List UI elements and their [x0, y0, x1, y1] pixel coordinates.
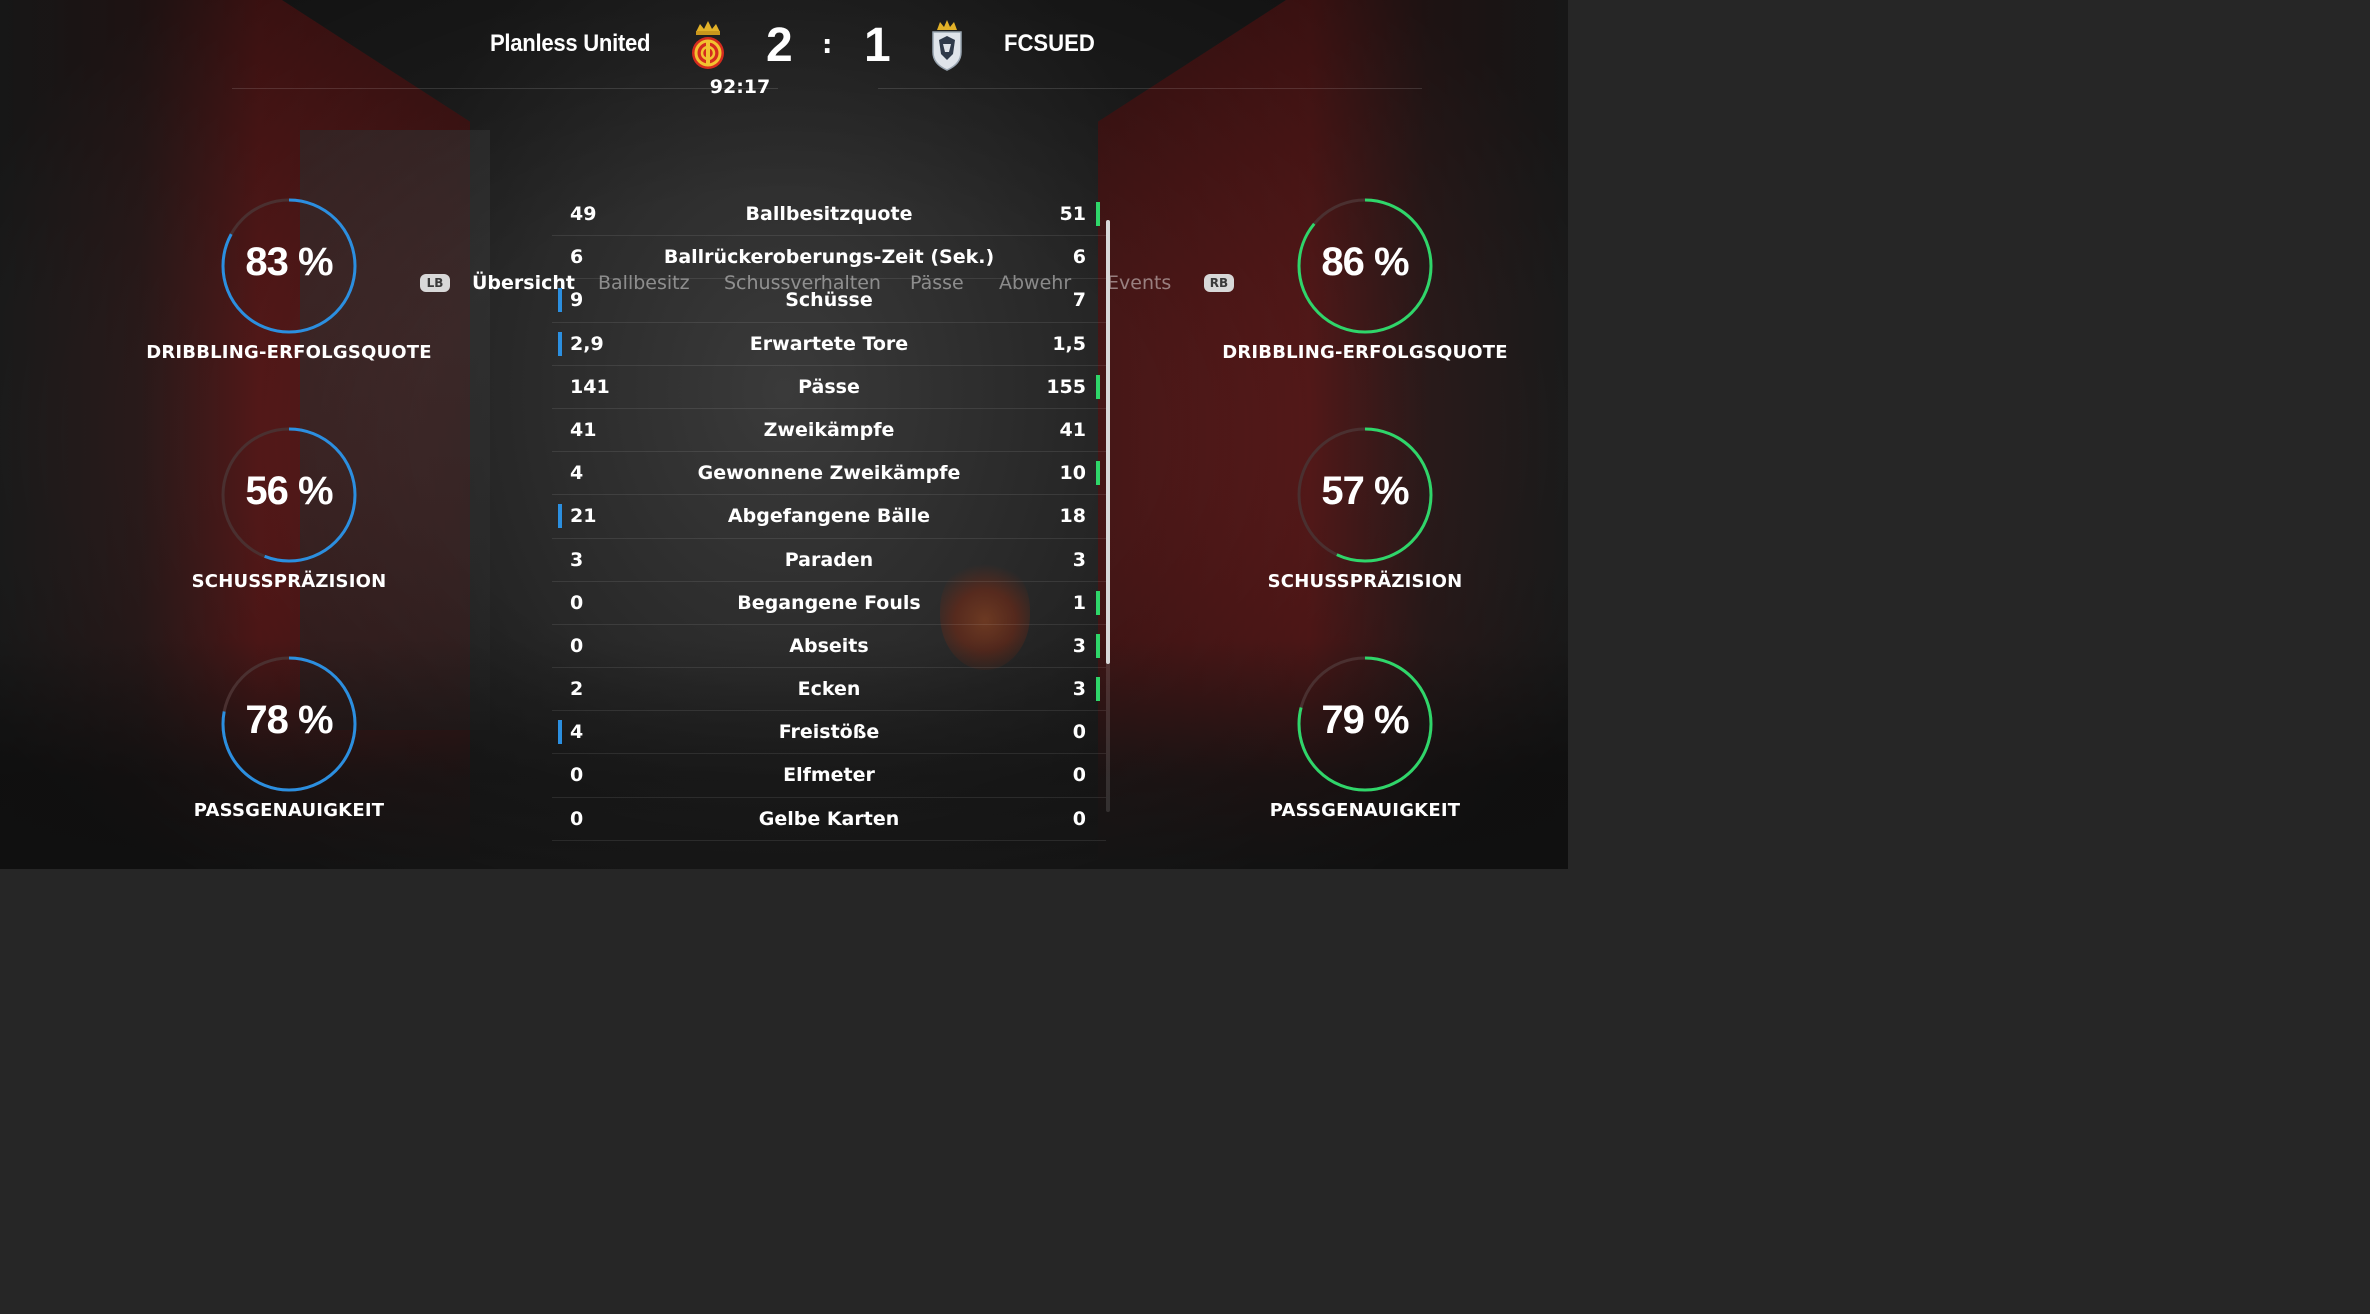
stat-away-value: 3 — [1072, 678, 1086, 701]
away-team-name: FCSUED — [1004, 30, 1095, 57]
home-gauge-dribbling: 83 % DRIBBLING-ERFOLGSQUOTE — [144, 196, 434, 396]
stat-name: Gelbe Karten — [758, 807, 900, 830]
stats-tab-bar: LB Übersicht Ballbesitz Schussverhalten … — [0, 132, 1568, 294]
match-clock: 92:17 — [0, 76, 1568, 98]
home-gauge-pass: 78 % PASSGENAUIGKEIT — [144, 654, 434, 854]
stats-table[interactable]: 49 Ballbesitzquote 51 6 Ballrückeroberungs-Z… — [552, 193, 1106, 841]
stat-name: Elfmeter — [783, 764, 875, 787]
gauge-value: 86 % — [1321, 240, 1409, 284]
gauge-value: 78 % — [245, 698, 333, 742]
stat-name: Schüsse — [785, 289, 873, 312]
stat-row: 0 Begangene Fouls 1 — [552, 582, 1106, 625]
stat-row: 41 Zweikämpfe 41 — [552, 409, 1106, 453]
stat-row: 0 Abseits 3 — [552, 625, 1106, 669]
stat-away-value: 3 — [1072, 634, 1086, 657]
stat-name: Abseits — [789, 634, 869, 657]
score-separator: : — [822, 30, 833, 60]
home-score: 2 — [766, 19, 793, 72]
stat-away-value: 1 — [1072, 591, 1086, 614]
shield-crest-icon — [932, 20, 962, 71]
stat-row: 0 Elfmeter 0 — [552, 754, 1106, 798]
gauge-value: 56 % — [245, 469, 333, 513]
stat-away-value: 3 — [1072, 548, 1086, 571]
stat-name: Gewonnene Zweikämpfe — [697, 462, 961, 485]
match-clock-text: 92:17 — [709, 76, 771, 98]
stat-away-value: 18 — [1059, 505, 1086, 528]
tab-events[interactable]: Events — [1107, 272, 1171, 294]
stat-away-value: 41 — [1059, 418, 1086, 441]
stat-name: Zweikämpfe — [763, 418, 895, 441]
stat-away-value: 7 — [1072, 289, 1086, 312]
stat-row: 6 Ballrückeroberungs-Zeit (Sek.) 6 — [552, 236, 1106, 280]
mallorca-crest-icon — [692, 21, 724, 69]
stat-away-value: 6 — [1072, 246, 1086, 269]
stat-row: 141 Pässe 155 — [552, 366, 1106, 409]
away-gauge-pass: 79 % PASSGENAUIGKEIT — [1220, 654, 1510, 854]
gauge-label: PASSGENAUIGKEIT — [1269, 800, 1461, 821]
away-gauge-dribbling: 86 % DRIBBLING-ERFOLGSQUOTE — [1220, 196, 1510, 396]
stat-name: Freistöße — [778, 721, 880, 744]
stat-away-value: 1,5 — [1052, 332, 1086, 355]
scoreboard: Planless United 2 : 1 FCSUED 92:17 — [0, 0, 1568, 110]
gauge-label: DRIBBLING-ERFOLGSQUOTE — [1222, 342, 1508, 363]
stat-name: Pässe — [798, 375, 860, 398]
stats-scrollbar-thumb[interactable] — [1106, 220, 1110, 664]
gauge-value: 57 % — [1321, 469, 1409, 513]
away-gauge-schuss: 57 % SCHUSSPRÄZISION — [1220, 425, 1510, 625]
stat-name: Ballbesitzquote — [745, 203, 913, 225]
stat-row: 2,9 Erwartete Tore 1,5 — [552, 323, 1106, 366]
away-score: 1 — [864, 19, 891, 72]
gauge-label: DRIBBLING-ERFOLGSQUOTE — [146, 342, 432, 363]
stat-name: Abgefangene Bälle — [727, 505, 931, 528]
gauge-label: SCHUSSPRÄZISION — [1267, 571, 1463, 592]
stat-away-value: 0 — [1072, 764, 1086, 787]
stat-away-value: 10 — [1059, 462, 1086, 485]
stat-name: Begangene Fouls — [737, 591, 921, 614]
stat-away-value: 0 — [1072, 721, 1086, 744]
stat-row: 21 Abgefangene Bälle 18 — [552, 495, 1106, 539]
gauge-value: 79 % — [1321, 698, 1409, 742]
stat-name: Erwartete Tore — [749, 332, 909, 355]
stat-away-value: 155 — [1046, 375, 1086, 398]
stat-name: Ecken — [797, 678, 861, 701]
stat-away-value: 0 — [1072, 807, 1086, 830]
stat-away-value: 51 — [1059, 203, 1086, 225]
gauge-label: SCHUSSPRÄZISION — [191, 571, 387, 592]
stat-row: 3 Paraden 3 — [552, 539, 1106, 582]
stat-row: 0 Gelbe Karten 0 — [552, 798, 1106, 841]
stat-name: Paraden — [784, 548, 874, 571]
gauge-value: 83 % — [245, 240, 333, 284]
gauge-label: PASSGENAUIGKEIT — [193, 800, 385, 821]
stat-name: Ballrückeroberungs-Zeit (Sek.) — [663, 246, 995, 269]
stat-row: 4 Freistöße 0 — [552, 711, 1106, 755]
stat-row: 49 Ballbesitzquote 51 — [552, 193, 1106, 237]
home-gauge-schuss: 56 % SCHUSSPRÄZISION — [144, 425, 434, 625]
stat-row: 2 Ecken 3 — [552, 668, 1106, 712]
stat-row: 9 Schüsse 7 — [552, 279, 1106, 323]
home-team-name: Planless United — [489, 30, 651, 57]
stat-row: 4 Gewonnene Zweikämpfe 10 — [552, 452, 1106, 496]
